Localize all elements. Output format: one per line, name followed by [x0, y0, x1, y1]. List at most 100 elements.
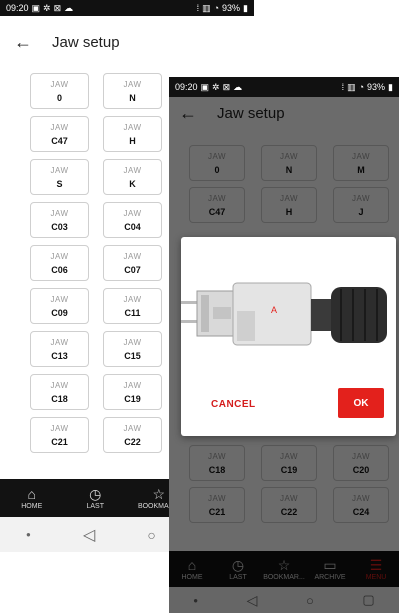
jaw-button[interactable]: JAW S: [30, 159, 89, 195]
jaw-button[interactable]: JAW C22: [261, 487, 317, 523]
jaw-button[interactable]: JAW C07: [103, 245, 162, 281]
jaw-label: JAW: [351, 493, 371, 503]
jaw-button[interactable]: JAW H: [261, 187, 317, 223]
nav-item-home[interactable]: ⌂ HOME: [169, 551, 215, 587]
jaw-label: JAW: [123, 208, 142, 218]
nav-label: HOME: [21, 502, 43, 510]
jaw-button[interactable]: JAW C04: [103, 202, 162, 238]
nav-label: MENU: [365, 573, 387, 581]
jaw-code: M: [357, 164, 365, 175]
recent-apps-icon[interactable]: ●: [193, 596, 198, 605]
recent-apps-icon[interactable]: ●: [26, 530, 31, 539]
jaw-code: C22: [124, 436, 141, 447]
system-recents-icon[interactable]: ▢: [362, 592, 374, 608]
jaw-label: JAW: [351, 193, 371, 203]
vibrate-icon: ⁞: [341, 82, 345, 92]
system-home-icon[interactable]: ○: [306, 593, 314, 608]
jaw-button[interactable]: JAW C06: [30, 245, 89, 281]
system-home-icon[interactable]: ○: [147, 527, 155, 543]
status-time: 09:20: [6, 3, 29, 13]
jaw-button[interactable]: JAW C19: [103, 374, 162, 410]
jaw-label: JAW: [207, 493, 227, 503]
jaw-button[interactable]: JAW C09: [30, 288, 89, 324]
jaw-code: C04: [124, 221, 141, 232]
nfc-icon: ⊠: [222, 81, 231, 92]
jaw-button[interactable]: JAW C03: [30, 202, 89, 238]
jaw-label: JAW: [207, 193, 227, 203]
nav-item-menu[interactable]: ☰ MENU: [353, 551, 399, 587]
jaw-button[interactable]: JAW J: [333, 187, 389, 223]
cloud-icon: ☁: [233, 81, 243, 92]
jaw-button[interactable]: JAW H: [103, 116, 162, 152]
system-back-icon[interactable]: ◁: [83, 525, 95, 545]
jaw-label: JAW: [123, 423, 142, 433]
jaw-button[interactable]: JAW N: [103, 73, 162, 109]
jaw-code: N: [285, 164, 293, 175]
jaw-code: C06: [51, 264, 68, 275]
jaw-code: C19: [124, 393, 141, 404]
nav-item-bookmar[interactable]: ☆ BOOKMAR...: [261, 551, 307, 587]
cloud-icon: ☁: [64, 2, 74, 13]
nav-label: BOOKMAR...: [263, 573, 305, 581]
status-bar: 09:20 ▣ ✲ ⊠ ☁ ⁞ ▥ ◔ 93% ▮: [0, 0, 254, 16]
nav-item-home[interactable]: ⌂ HOME: [0, 479, 64, 517]
jaw-code: K: [129, 178, 136, 189]
jaw-button[interactable]: JAW 0: [30, 73, 89, 109]
folder-icon: ▭: [323, 556, 337, 573]
svg-text:A: A: [271, 305, 277, 315]
jaw-code: C22: [280, 506, 298, 517]
jaw-code: 0: [214, 164, 220, 175]
jaw-button[interactable]: JAW C47: [189, 187, 245, 223]
jaw-button[interactable]: JAW C18: [189, 445, 245, 481]
nfc-icon: ⊠: [53, 2, 62, 13]
jaw-button[interactable]: JAW C20: [333, 445, 389, 481]
status-time: 09:20: [175, 82, 198, 92]
clock-icon: ◷: [89, 485, 102, 502]
jaw-code: C18: [208, 464, 226, 475]
jaw-code: N: [129, 92, 136, 103]
jaw-button[interactable]: JAW M: [333, 145, 389, 181]
back-arrow-icon[interactable]: ←: [14, 32, 32, 53]
jaw-button[interactable]: JAW C24: [333, 487, 389, 523]
jaw-code: 0: [56, 92, 62, 103]
wifi-icon: ◔: [358, 82, 365, 92]
nav-item-last[interactable]: ◷ LAST: [215, 551, 261, 587]
nav-item-archive[interactable]: ▭ ARCHIVE: [307, 551, 353, 587]
ok-button[interactable]: OK: [338, 388, 384, 418]
jaw-label: JAW: [123, 294, 142, 304]
back-arrow-icon[interactable]: ←: [179, 103, 197, 124]
jaw-button[interactable]: JAW C21: [30, 417, 89, 453]
jaw-label: JAW: [123, 380, 142, 390]
jaw-button[interactable]: JAW C21: [189, 487, 245, 523]
system-back-icon[interactable]: ◁: [247, 592, 258, 609]
nav-item-last[interactable]: ◷ LAST: [64, 479, 128, 517]
jaw-button[interactable]: JAW K: [103, 159, 162, 195]
jaw-label: JAW: [50, 79, 69, 89]
jaw-button[interactable]: JAW C22: [103, 417, 162, 453]
jaw-button[interactable]: JAW N: [261, 145, 317, 181]
jaw-image-dialog: A CANCEL OK: [181, 237, 396, 436]
signal-icon: ▥: [347, 81, 356, 92]
jaw-code: C24: [352, 506, 370, 517]
jaw-code: C21: [51, 436, 68, 447]
jaw-button[interactable]: JAW C13: [30, 331, 89, 367]
nav-label: HOME: [181, 573, 203, 581]
jaw-code: C20: [352, 464, 370, 475]
jaw-button[interactable]: JAW C18: [30, 374, 89, 410]
jaw-button[interactable]: JAW C19: [261, 445, 317, 481]
battery-icon: ▮: [388, 81, 393, 92]
jaw-button[interactable]: JAW C47: [30, 116, 89, 152]
gallery-icon: ▣: [200, 81, 210, 92]
jaw-label: JAW: [351, 151, 371, 161]
jaw-label: JAW: [50, 337, 69, 347]
jaw-button[interactable]: JAW 0: [189, 145, 245, 181]
jaw-button[interactable]: JAW C15: [103, 331, 162, 367]
jaw-button[interactable]: JAW C11: [103, 288, 162, 324]
jaw-label: JAW: [207, 151, 227, 161]
jaw-label: JAW: [50, 122, 69, 132]
cancel-button[interactable]: CANCEL: [211, 399, 256, 410]
nav-label: ARCHIVE: [314, 573, 346, 581]
jaw-code: C07: [124, 264, 141, 275]
jaw-code: C11: [124, 307, 141, 318]
jaw-code: J: [358, 206, 364, 217]
